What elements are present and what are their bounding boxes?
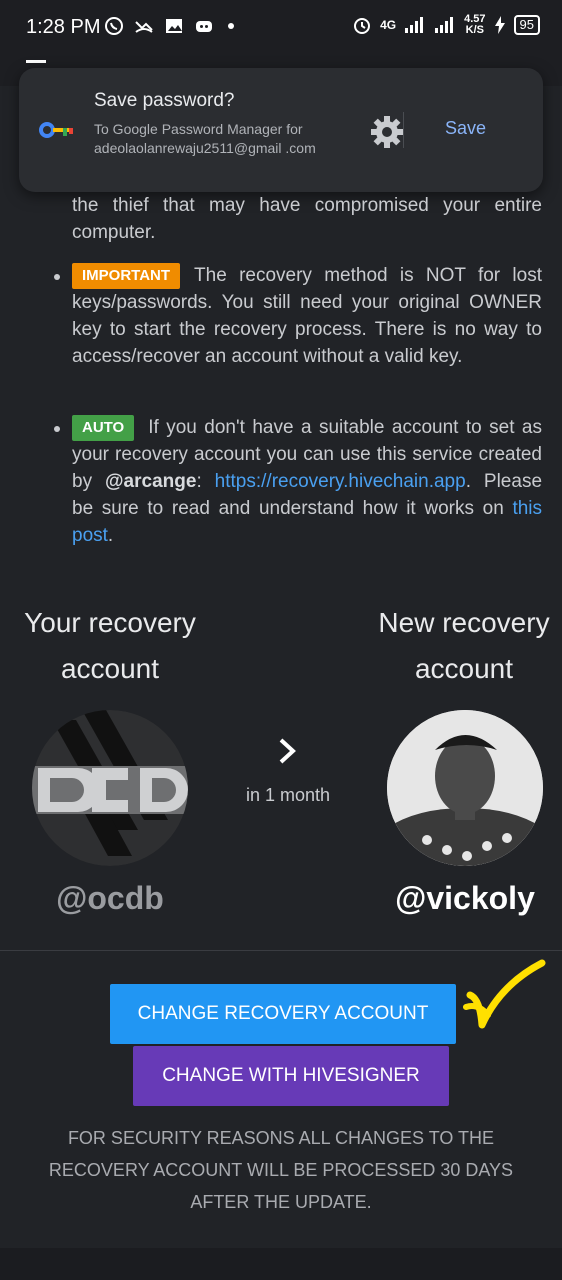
status-time: 1:28 PM (26, 16, 101, 38)
footer (0, 1248, 562, 1280)
popup-divider (403, 112, 404, 148)
menu-icon[interactable] (26, 60, 46, 63)
current-recovery-label: Your recovery account (24, 607, 196, 684)
current-account-handle[interactable]: @ocdb (20, 880, 200, 917)
battery-level: 95 (513, 15, 540, 35)
checkmark-annotation (463, 959, 546, 1029)
auto-period: . (107, 525, 114, 546)
net-speed-unit: K/S (465, 24, 484, 36)
recovery-timing: in 1 month (245, 785, 331, 805)
change-with-hivesigner-button[interactable]: CHANGE WITH HIVESIGNER (133, 1046, 449, 1106)
current-account-avatar[interactable] (32, 710, 188, 866)
security-note: FOR SECURITY REASONS ALL CHANGES TO THE … (48, 1128, 514, 1212)
bullet (54, 274, 60, 280)
intro-text: the thief that may have compromised your… (72, 195, 542, 243)
status-bar: 1:28 PM 4G 4.57 K/S 95 (0, 0, 562, 56)
new-recovery-label: New recovery account (378, 607, 550, 684)
key-icon (39, 122, 73, 138)
ocdb-logo-icon (32, 710, 188, 866)
gear-icon[interactable] (367, 112, 407, 152)
net-speed: 4.57 K/S (464, 14, 485, 36)
signal-icon-2 (435, 17, 454, 33)
notification-icons (104, 16, 234, 36)
new-account-avatar[interactable] (387, 710, 543, 866)
arcange-handle[interactable]: @arcange (105, 471, 196, 492)
new-account-handle[interactable]: @vickoly (375, 880, 555, 917)
alarm-icon (354, 18, 371, 34)
dot-icon (228, 23, 234, 29)
auto-colon: : (196, 471, 202, 492)
popup-subtitle: To Google Password Manager for adeolaola… (94, 121, 316, 156)
user-photo-icon (387, 710, 543, 866)
status-right: 4G 4.57 K/S 95 (352, 14, 540, 36)
popup-title: Save password? (94, 90, 235, 111)
save-password-popup: Save password? To Google Password Manage… (19, 68, 543, 192)
important-badge: IMPORTANT (72, 263, 181, 289)
section-divider (0, 950, 562, 951)
recovery-service-link[interactable]: https://recovery.hivechain.app (215, 471, 466, 492)
discord-icon (196, 21, 212, 32)
charging-icon (494, 16, 505, 34)
change-recovery-account-button[interactable]: CHANGE RECOVERY ACCOUNT (110, 984, 456, 1044)
whatsapp-icon (105, 17, 123, 35)
missed-call-icon (135, 21, 153, 33)
bullet (54, 426, 60, 432)
list-item-important: IMPORTANT The recovery method is NOT for … (54, 262, 542, 370)
list-item-auto: AUTO If you don't have a suitable account… (54, 414, 542, 549)
photo-icon (166, 19, 182, 33)
network-type: 4G (380, 18, 397, 32)
save-button[interactable]: Save (445, 118, 486, 139)
chevron-right-icon (279, 738, 296, 764)
auto-badge: AUTO (72, 415, 135, 441)
signal-icon (405, 17, 424, 33)
